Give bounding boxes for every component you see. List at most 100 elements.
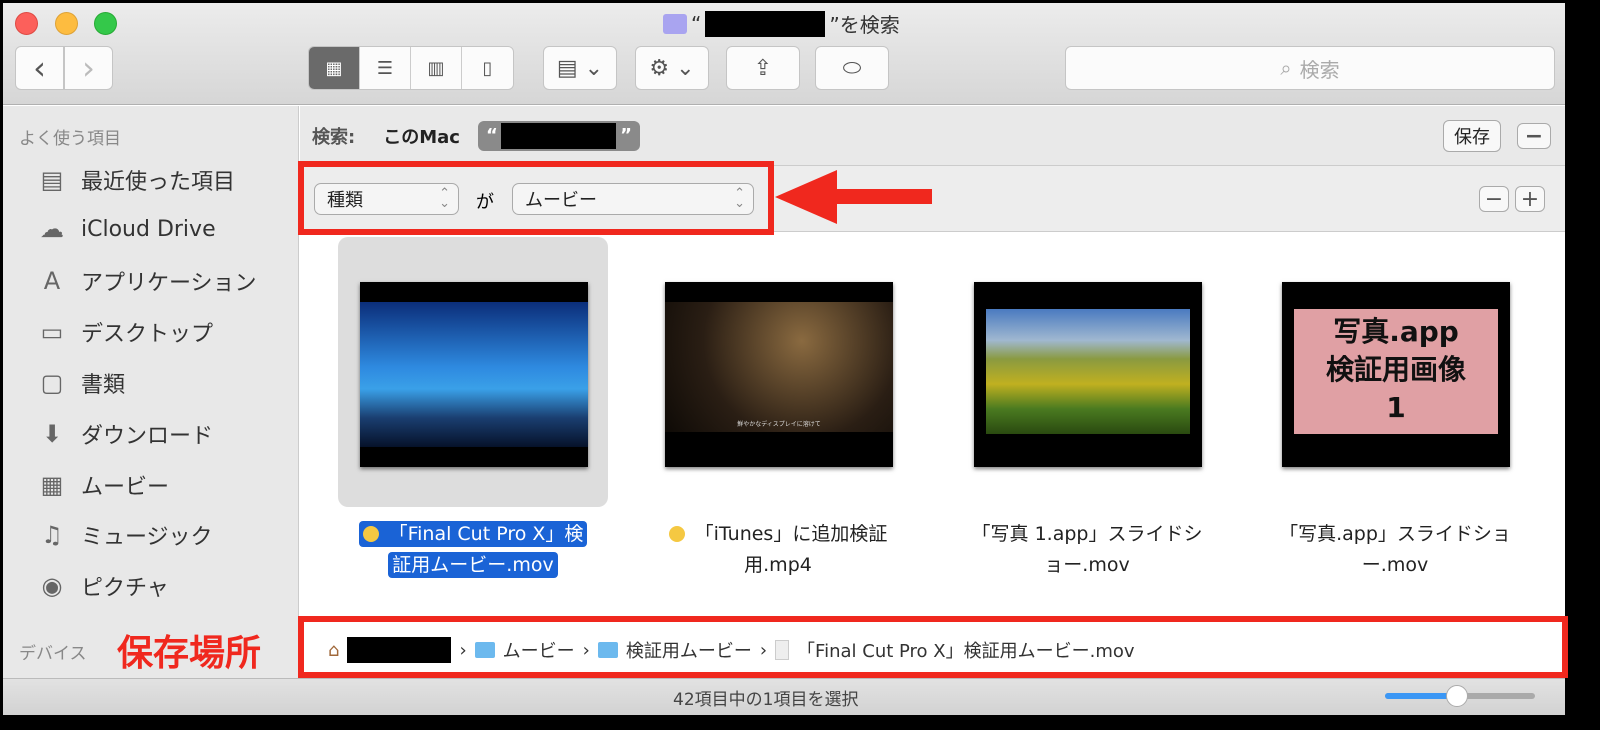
- file-name: 「写真 1.app」スライドシ ョー.mov: [971, 523, 1203, 576]
- share-icon: ⇪: [753, 55, 773, 81]
- favorites-header: よく使う項目: [19, 129, 121, 149]
- sidebar-item-label: アプリケーション: [81, 271, 257, 296]
- download-icon: ⬇: [41, 420, 63, 448]
- quote: “: [485, 125, 498, 146]
- redacted-title: [705, 10, 826, 37]
- title-bar: “ ”を検索 ‹ › ▦ ☰ ▥ ▯ ▤ ⌄ ⚙ ⌄ ⇪ ⬭ ⌕ 検索: [3, 3, 1565, 105]
- recents-icon: ▤: [40, 166, 64, 194]
- annotation-box-path: [298, 616, 1568, 678]
- annotation-arrow-shaft: [835, 189, 932, 204]
- sidebar-item-label: 最近使った項目: [81, 170, 236, 195]
- icon-size-slider[interactable]: [1385, 685, 1535, 707]
- search-icon: ⌕: [1280, 56, 1292, 80]
- column-view-button[interactable]: ▥: [411, 47, 462, 89]
- status-text: 42項目中の1項目を選択: [673, 690, 859, 710]
- file-name: 「Final Cut Pro X」検 証用ムービー.mov: [318, 519, 628, 581]
- icon-view-icon: ▦: [325, 57, 343, 79]
- applications-icon: A: [43, 267, 61, 295]
- sidebar-item-label: デスクトップ: [81, 322, 214, 347]
- arrange-button[interactable]: ▤ ⌄: [543, 46, 617, 90]
- zoom-button[interactable]: [94, 12, 117, 35]
- thumb-text: 写真.app: [1333, 315, 1459, 348]
- camera-icon: ◉: [41, 572, 63, 600]
- gear-icon: ⚙ ⌄: [649, 55, 695, 81]
- file-item[interactable]: 「Final Cut Pro X」検 証用ムービー.mov: [338, 237, 608, 578]
- sidebar-item-downloads[interactable]: ⬇ ダウンロード: [35, 418, 213, 450]
- thumb-text: 1: [1386, 391, 1406, 424]
- sidebar-item-movies[interactable]: ▦ ムービー: [35, 469, 169, 501]
- icon-view-button[interactable]: ▦: [309, 47, 360, 89]
- video-thumbnail: [974, 282, 1202, 467]
- share-button[interactable]: ⇪: [726, 46, 800, 90]
- sidebar-item-pictures[interactable]: ◉ ピクチャ: [35, 570, 169, 602]
- window-title: “ ”を検索: [663, 9, 900, 38]
- search-field[interactable]: ⌕ 検索: [1065, 46, 1555, 90]
- list-view-icon: ☰: [376, 57, 394, 79]
- forward-button[interactable]: ›: [64, 46, 113, 90]
- sidebar-item-label: 書類: [81, 373, 126, 398]
- cover-flow-button[interactable]: ▯: [462, 47, 513, 89]
- chevron-left-icon: ‹: [33, 49, 46, 87]
- thumb-text: 検証用画像: [1325, 353, 1466, 386]
- scope-current-folder[interactable]: “”: [477, 120, 640, 151]
- file-name: 「写真.app」スライドショ ー.mov: [1279, 523, 1511, 576]
- devices-header: デバイス: [19, 644, 87, 664]
- column-view-icon: ▥: [427, 57, 445, 79]
- sidebar-item-label: ダウンロード: [81, 424, 214, 449]
- status-bar: 42項目中の1項目を選択: [3, 678, 1565, 715]
- title-quote: “: [691, 11, 702, 36]
- sidebar-item-label: ミュージック: [81, 525, 213, 550]
- sidebar-item-documents[interactable]: ▢ 書類: [35, 367, 125, 399]
- file-icon-grid: 「Final Cut Pro X」検 証用ムービー.mov 鮮やかなディスプレイに…: [300, 233, 1565, 618]
- file-item[interactable]: 鮮やかなディスプレイに溶けて 「iTunes」に追加検証 用.mp4: [643, 237, 913, 577]
- sidebar-item-icloud[interactable]: ☁ iCloud Drive: [35, 215, 216, 243]
- desktop-icon: ▭: [40, 318, 64, 346]
- close-button[interactable]: [15, 12, 38, 35]
- music-note-icon: ♫: [41, 521, 63, 549]
- search-scope-bar: 検索: このMac “” 保存 −: [300, 106, 1565, 166]
- sidebar-item-music[interactable]: ♫ ミュージック: [35, 519, 213, 551]
- annotation-box-criteria: [298, 161, 774, 235]
- view-mode-control[interactable]: ▦ ☰ ▥ ▯: [308, 46, 514, 90]
- remove-criteria-button[interactable]: −: [1479, 186, 1509, 212]
- finder-window: “ ”を検索 ‹ › ▦ ☰ ▥ ▯ ▤ ⌄ ⚙ ⌄ ⇪ ⬭ ⌕ 検索 よく使う項…: [3, 3, 1565, 715]
- yellow-tag-icon: [668, 526, 685, 542]
- minimize-button[interactable]: [55, 12, 78, 35]
- sidebar-item-applications[interactable]: A アプリケーション: [35, 265, 257, 297]
- scope-this-mac[interactable]: このMac: [383, 123, 460, 149]
- search-placeholder: 検索: [1299, 57, 1340, 82]
- back-button[interactable]: ‹: [15, 46, 64, 90]
- file-item[interactable]: 写真.app 検証用画像 1 「写真.app」スライドショ ー.mov: [1260, 237, 1530, 577]
- video-thumbnail: 写真.app 検証用画像 1: [1282, 282, 1510, 467]
- video-thumbnail: 鮮やかなディスプレイに溶けて: [665, 282, 893, 467]
- sidebar-item-desktop[interactable]: ▭ デスクトップ: [35, 316, 213, 348]
- save-search-button[interactable]: 保存: [1443, 119, 1501, 152]
- sidebar-item-label: ピクチャ: [81, 576, 169, 601]
- tag-button[interactable]: ⬭: [815, 46, 889, 90]
- sidebar: よく使う項目 ▤ 最近使った項目 ☁ iCloud Drive A アプリケーション …: [3, 106, 299, 678]
- annotation-arrow: [775, 170, 837, 224]
- title-text: ”を検索: [829, 13, 900, 37]
- file-item[interactable]: 「写真 1.app」スライドシ ョー.mov: [952, 237, 1222, 577]
- smart-folder-icon: [663, 13, 687, 34]
- sidebar-item-recents[interactable]: ▤ 最近使った項目: [35, 164, 235, 196]
- sidebar-item-label: ムービー: [81, 475, 170, 500]
- arrange-icon: ▤ ⌄: [556, 55, 604, 81]
- film-icon: ▦: [40, 471, 64, 499]
- chevron-right-icon: ›: [82, 49, 95, 87]
- quote: ”: [620, 125, 632, 146]
- remove-search-button[interactable]: −: [1517, 123, 1551, 149]
- tag-icon: ⬭: [842, 55, 862, 81]
- documents-icon: ▢: [40, 369, 64, 397]
- yellow-tag-icon: [362, 526, 379, 542]
- list-view-button[interactable]: ☰: [360, 47, 411, 89]
- scope-label: 検索:: [312, 126, 356, 148]
- action-button[interactable]: ⚙ ⌄: [635, 46, 709, 90]
- sidebar-item-label: iCloud Drive: [81, 216, 216, 242]
- annotation-label: 保存場所: [117, 633, 262, 674]
- slider-knob[interactable]: [1446, 685, 1468, 707]
- video-thumbnail: [360, 282, 588, 467]
- add-criteria-button[interactable]: +: [1515, 186, 1545, 212]
- redacted-folder: [501, 122, 617, 149]
- cover-flow-icon: ▯: [482, 57, 493, 79]
